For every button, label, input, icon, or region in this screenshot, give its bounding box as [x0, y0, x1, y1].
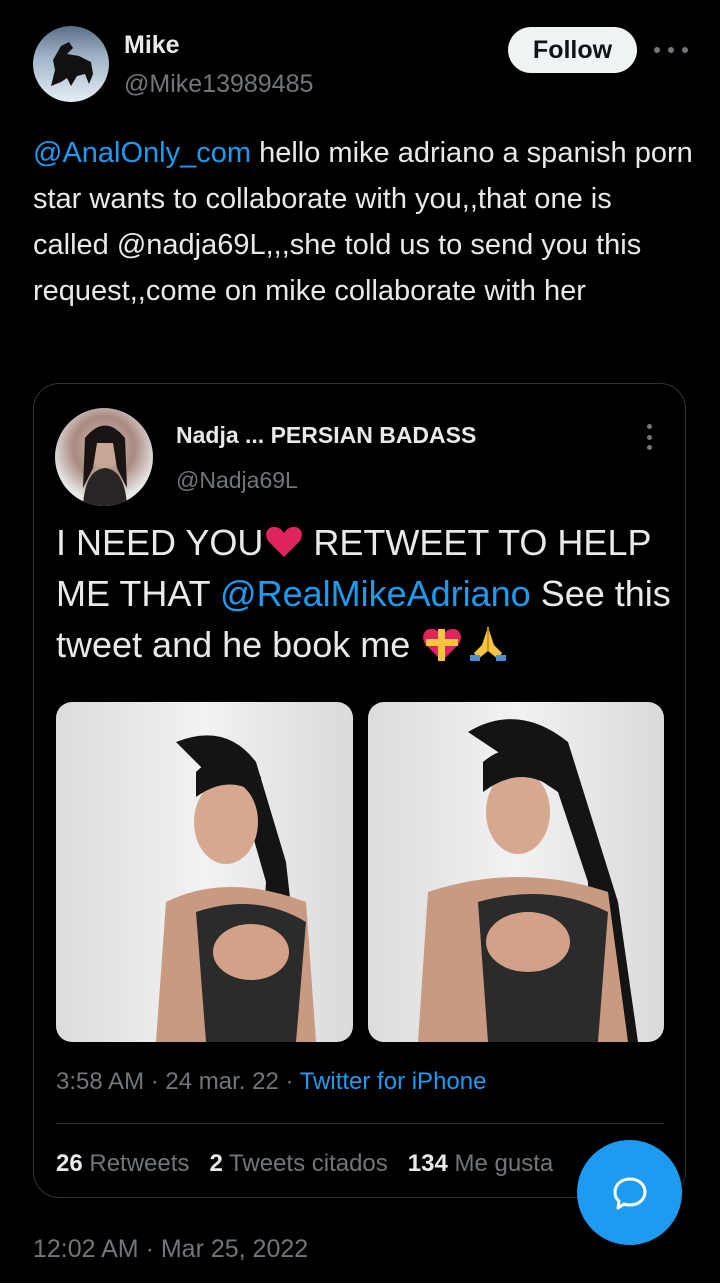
- quoted-text-part1: I NEED YOU: [56, 522, 264, 563]
- quoted-author-avatar[interactable]: [55, 408, 153, 506]
- author-handle[interactable]: @Mike13989485: [124, 70, 313, 99]
- tweet-mention-link[interactable]: @AnalOnly_com: [33, 137, 251, 169]
- reply-bubble-icon: [613, 1177, 646, 1209]
- more-horizontal-icon[interactable]: [654, 38, 688, 62]
- quoted-date: 24 mar. 22: [165, 1068, 279, 1095]
- quoted-source-link[interactable]: Twitter for iPhone: [300, 1068, 487, 1095]
- quoted-time: 3:58 AM: [56, 1068, 145, 1095]
- quoted-author-name[interactable]: Nadja ... PERSIAN BADASS: [176, 422, 476, 449]
- folded-hands-emoji: [470, 627, 507, 661]
- quoted-divider: [56, 1123, 664, 1124]
- quoted-tweet-text: I NEED YOU RETWEET TO HELP ME THAT @Real…: [56, 517, 676, 670]
- author-avatar[interactable]: [33, 26, 109, 102]
- likes-stat[interactable]: 134 Me gusta: [408, 1150, 553, 1177]
- follow-button[interactable]: Follow: [508, 27, 637, 73]
- retweets-stat[interactable]: 26 Retweets: [56, 1150, 189, 1177]
- quoted-stats: 26 Retweets 2 Tweets citados 134 Me gust…: [56, 1150, 553, 1178]
- quoted-mention-link[interactable]: @RealMikeAdriano: [220, 573, 531, 614]
- heart-with-ribbon-emoji: [423, 628, 462, 661]
- reply-fab-button[interactable]: [577, 1140, 682, 1245]
- quotes-stat[interactable]: 2 Tweets citados: [209, 1150, 387, 1177]
- quoted-author-handle[interactable]: @Nadja69L: [176, 467, 298, 494]
- author-name[interactable]: Mike: [124, 31, 180, 60]
- quoted-photo-1[interactable]: [56, 702, 353, 1042]
- more-vertical-icon[interactable]: [645, 424, 653, 450]
- quoted-tweet-meta: 3:58 AM · 24 mar. 22 · Twitter for iPhon…: [56, 1068, 487, 1095]
- quoted-photo-2[interactable]: [368, 702, 664, 1042]
- tweet-timestamp: 12:02 AM · Mar 25, 2022: [33, 1235, 309, 1263]
- red-heart-emoji: [266, 526, 303, 557]
- tweet-text: @AnalOnly_com hello mike adriano a spani…: [33, 130, 693, 314]
